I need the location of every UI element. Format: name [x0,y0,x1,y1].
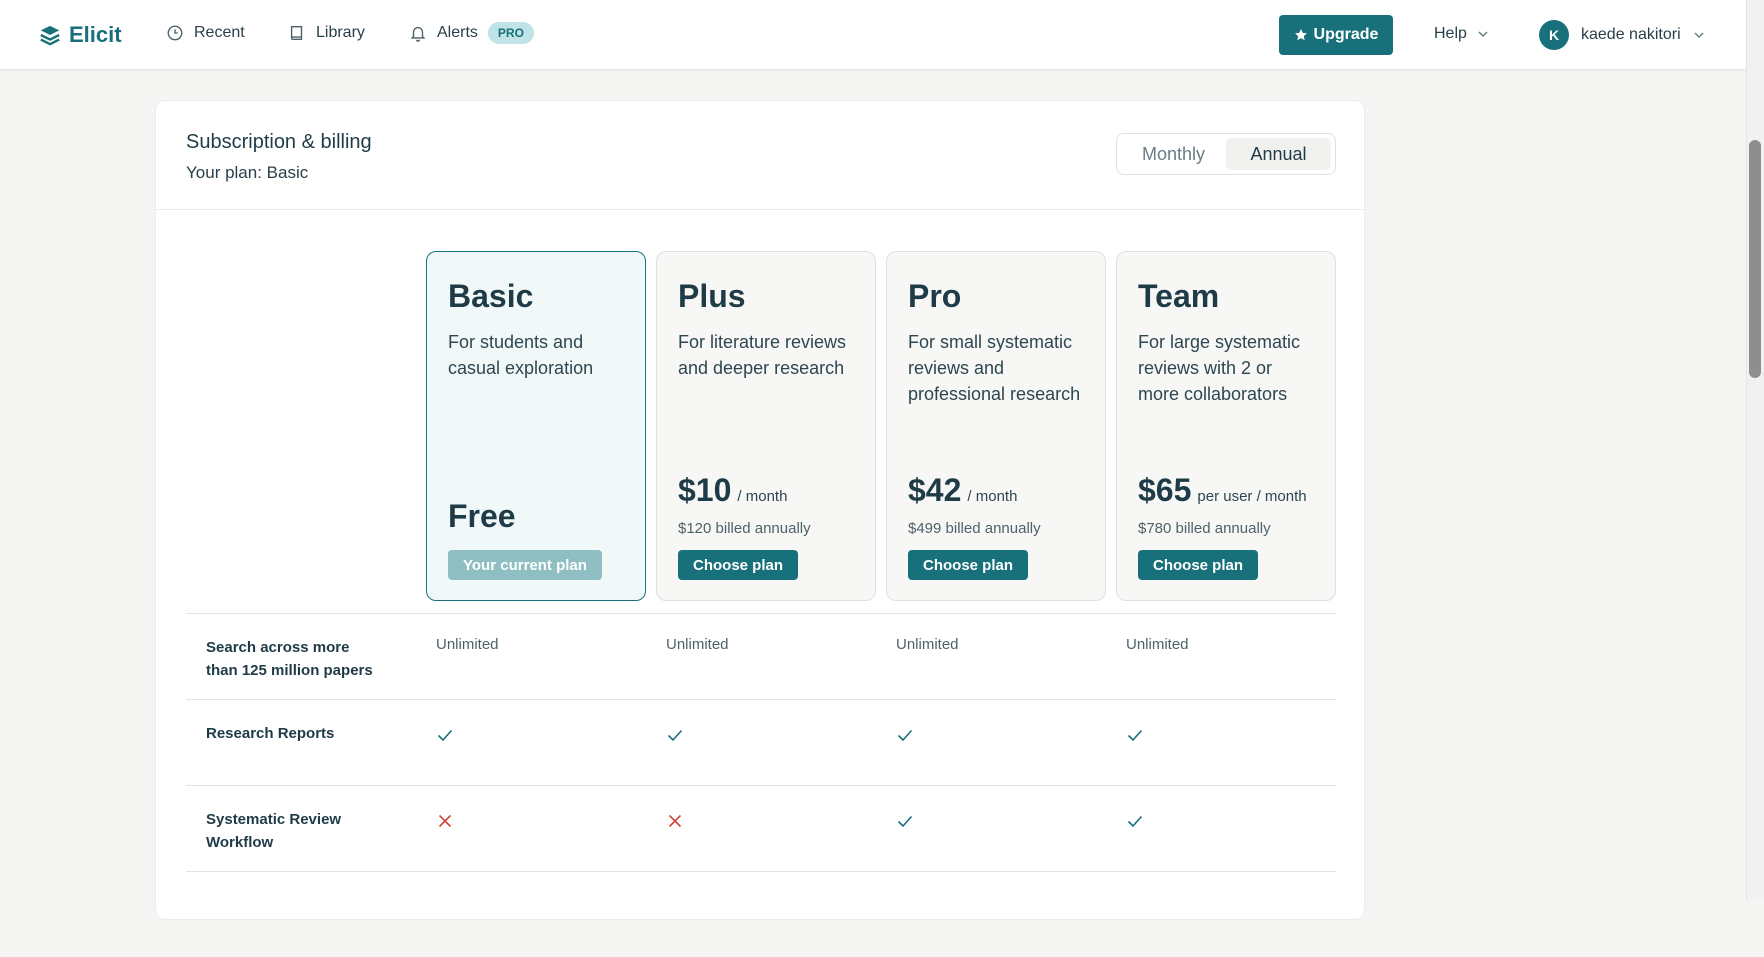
plan-billed-annually: $120 billed annually [678,520,811,537]
user-menu[interactable]: K kaede nakitori [1539,20,1705,50]
bell-icon [410,26,426,42]
feature-value: Unlimited [1126,636,1189,653]
plan-description: For small systematic reviews and profess… [908,332,1081,404]
upgrade-button[interactable]: Upgrade [1279,15,1393,55]
plan-description: For literature reviews and deeper resear… [678,332,847,378]
plan-price-unit: / month [967,488,1018,505]
plan-description: For large systematic reviews with 2 or m… [1138,332,1301,404]
plan-price: $10 [678,472,732,508]
plan-name: Plus [678,278,746,314]
elicit-logo-icon [40,25,60,46]
app-name: Elicit [69,22,122,47]
plan-price-unit: / month [737,488,788,505]
nav-recent[interactable]: Recent [166,24,245,42]
feature-value: Unlimited [896,636,959,653]
plan-card-team: Team For large systematic reviews with 2… [1116,251,1336,601]
plan-price: $65 [1138,472,1192,508]
scrollbar-thumb[interactable] [1749,140,1761,378]
check-icon [1127,815,1143,828]
nav-alerts[interactable]: Alerts PRO [409,22,534,44]
feature-label: Research Reports [206,725,335,742]
feature-value: Unlimited [666,636,729,653]
feature-row-search: Search across more than 125 million pape… [186,613,1336,699]
plan-card-pro: Pro For small systematic reviews and pro… [886,251,1106,601]
choose-plan-button[interactable]: Choose plan [1138,550,1259,580]
check-icon [437,729,453,742]
plan-name: Pro [908,278,962,314]
feature-label: Search across more than 125 million pape… [206,639,373,679]
plan-name: Team [1138,278,1220,314]
upgrade-label: Upgrade [1313,26,1379,43]
feature-label: Systematic Review Workflow [206,811,342,851]
plan-card-basic: Basic For students and casual exploratio… [426,251,646,601]
cross-icon [438,814,452,828]
nav-library[interactable]: Library [288,24,365,42]
plan-price: $42 [908,472,962,508]
plan-price-unit: per user / month [1197,488,1307,505]
plan-price-row: $42 / month [908,472,1017,509]
chevron-down-icon [1478,31,1488,38]
billing-period-toggle: Monthly Annual [1116,133,1336,175]
feature-value: Unlimited [436,636,499,653]
plan-price-row: $65 per user / month [1138,472,1307,509]
check-icon [667,729,683,742]
cross-icon [668,814,682,828]
check-icon [897,815,913,828]
nav-library-label: Library [316,24,365,41]
plan-price: Free [448,498,516,534]
plan-name: Basic [448,278,534,314]
feature-row-systematic-review: Systematic Review Workflow [186,785,1336,871]
feature-row-partial [186,871,1336,957]
user-name: kaede nakitori [1581,26,1681,43]
plan-description: For students and casual exploration [448,332,594,378]
book-icon [290,26,303,40]
current-plan-text: Your plan: Basic [186,163,309,182]
plan-billed-annually: $499 billed annually [908,520,1041,537]
help-label: Help [1434,25,1467,42]
plan-card-plus: Plus For literature reviews and deeper r… [656,251,876,601]
billing-card: Subscription & billing Your plan: Basic … [155,100,1366,920]
pro-badge: PRO [487,22,534,44]
toggle-monthly[interactable]: Monthly [1121,138,1226,170]
scrollbar-track[interactable] [1746,0,1764,899]
chevron-down-icon [1694,32,1704,39]
help-menu[interactable]: Help [1434,25,1489,43]
elicit-logo[interactable]: Elicit [39,22,122,48]
nav-recent-label: Recent [194,24,245,41]
plan-price-row: Free [448,498,516,535]
clock-icon [167,25,183,41]
top-bar: Elicit Recent Library Alerts PRO Upgrade… [0,0,1746,70]
feature-row-reports: Research Reports [186,699,1336,785]
toggle-annual[interactable]: Annual [1226,138,1331,170]
divider [156,209,1366,210]
choose-plan-button[interactable]: Choose plan [678,550,799,580]
current-plan-button[interactable]: Your current plan [448,550,602,580]
choose-plan-button[interactable]: Choose plan [908,550,1029,580]
check-icon [1127,729,1143,742]
plan-price-row: $10 / month [678,472,787,509]
avatar: K [1539,20,1569,50]
check-icon [897,729,913,742]
page-title: Subscription & billing [186,131,372,153]
star-icon [1294,29,1307,41]
nav-alerts-label: Alerts [437,24,478,41]
plan-billed-annually: $780 billed annually [1138,520,1271,537]
